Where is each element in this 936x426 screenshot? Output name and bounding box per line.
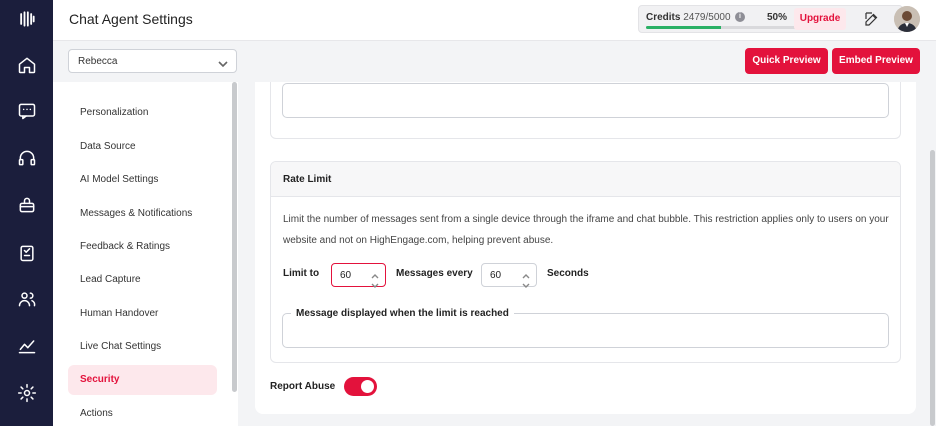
limit-message-label: Message displayed when the limit is reac… bbox=[291, 308, 514, 319]
chevron-up-icon[interactable] bbox=[522, 267, 530, 279]
settings-sidebar: Personalization Data Source AI Model Set… bbox=[53, 82, 238, 426]
previous-section-textarea[interactable] bbox=[282, 83, 889, 118]
security-panel: Rate Limit Limit the number of messages … bbox=[255, 82, 916, 414]
credits-value: 2479/5000 bbox=[683, 12, 731, 23]
sidebar-scrollbar[interactable] bbox=[232, 82, 237, 392]
chart-icon[interactable] bbox=[16, 335, 38, 357]
logo-icon[interactable] bbox=[16, 8, 38, 30]
settings-icon[interactable] bbox=[16, 382, 38, 404]
report-abuse-label: Report Abuse bbox=[270, 381, 336, 392]
embed-preview-button[interactable]: Embed Preview bbox=[832, 48, 920, 74]
chevron-down-icon[interactable] bbox=[371, 277, 379, 288]
avatar[interactable] bbox=[894, 6, 920, 32]
headset-icon[interactable] bbox=[16, 147, 38, 169]
sidebar-item-personalization[interactable]: Personalization bbox=[68, 98, 217, 128]
credits-label: Credits 2479/5000 bbox=[646, 12, 731, 23]
sidebar-item-live-chat-settings[interactable]: Live Chat Settings bbox=[68, 332, 217, 362]
top-bar: Chat Agent Settings Credits 2479/5000 i … bbox=[53, 0, 936, 41]
chevron-up-icon[interactable] bbox=[371, 267, 379, 279]
home-icon[interactable] bbox=[16, 54, 38, 76]
app-rail bbox=[0, 0, 53, 426]
sidebar-item-messages-notifications[interactable]: Messages & Notifications bbox=[68, 199, 217, 229]
edit-icon[interactable] bbox=[863, 10, 881, 28]
agent-select-value: Rebecca bbox=[78, 56, 118, 67]
toggle-knob bbox=[361, 380, 374, 393]
quick-preview-button[interactable]: Quick Preview bbox=[745, 48, 828, 74]
chevron-down-icon bbox=[218, 56, 228, 68]
rate-limit-description: Limit the number of messages sent from a… bbox=[283, 214, 889, 246]
limit-stepper[interactable]: 60 bbox=[331, 263, 386, 288]
chat-icon[interactable] bbox=[16, 100, 38, 122]
previous-section-card bbox=[270, 82, 901, 139]
sidebar-item-human-handover[interactable]: Human Handover bbox=[68, 299, 217, 329]
briefcase-icon[interactable] bbox=[16, 194, 38, 216]
sidebar-item-data-source[interactable]: Data Source bbox=[68, 132, 217, 162]
sidebar-item-lead-capture[interactable]: Lead Capture bbox=[68, 265, 217, 295]
page-title: Chat Agent Settings bbox=[69, 11, 193, 27]
limit-value: 60 bbox=[340, 270, 352, 281]
page-scrollbar[interactable] bbox=[930, 150, 935, 426]
rate-limit-title: Rate Limit bbox=[271, 162, 900, 197]
limit-to-label: Limit to bbox=[283, 268, 320, 279]
sidebar-item-actions[interactable]: Actions bbox=[68, 399, 217, 426]
credits-percent: 50% bbox=[767, 12, 788, 23]
sidebar-item-ai-model-settings[interactable]: AI Model Settings bbox=[68, 165, 217, 195]
report-abuse-toggle[interactable] bbox=[344, 377, 377, 396]
limit-message-field[interactable]: Message displayed when the limit is reac… bbox=[282, 308, 889, 348]
interval-value: 60 bbox=[490, 270, 502, 281]
seconds-label: Seconds bbox=[547, 268, 589, 279]
messages-every-label: Messages every bbox=[396, 268, 473, 279]
agent-select[interactable]: Rebecca bbox=[68, 49, 237, 73]
credits-progress-fill bbox=[646, 26, 721, 29]
sidebar-item-security[interactable]: Security bbox=[68, 365, 217, 395]
chevron-down-icon[interactable] bbox=[522, 277, 530, 288]
sidebar-item-feedback-ratings[interactable]: Feedback & Ratings bbox=[68, 232, 217, 262]
users-icon[interactable] bbox=[16, 288, 38, 310]
info-icon[interactable]: i bbox=[735, 12, 745, 22]
upgrade-button[interactable]: Upgrade bbox=[794, 8, 846, 30]
interval-stepper[interactable]: 60 bbox=[481, 263, 537, 288]
rate-limit-card: Rate Limit Limit the number of messages … bbox=[270, 161, 901, 363]
credits-progress-bar bbox=[646, 26, 796, 29]
clipboard-icon[interactable] bbox=[16, 242, 38, 264]
